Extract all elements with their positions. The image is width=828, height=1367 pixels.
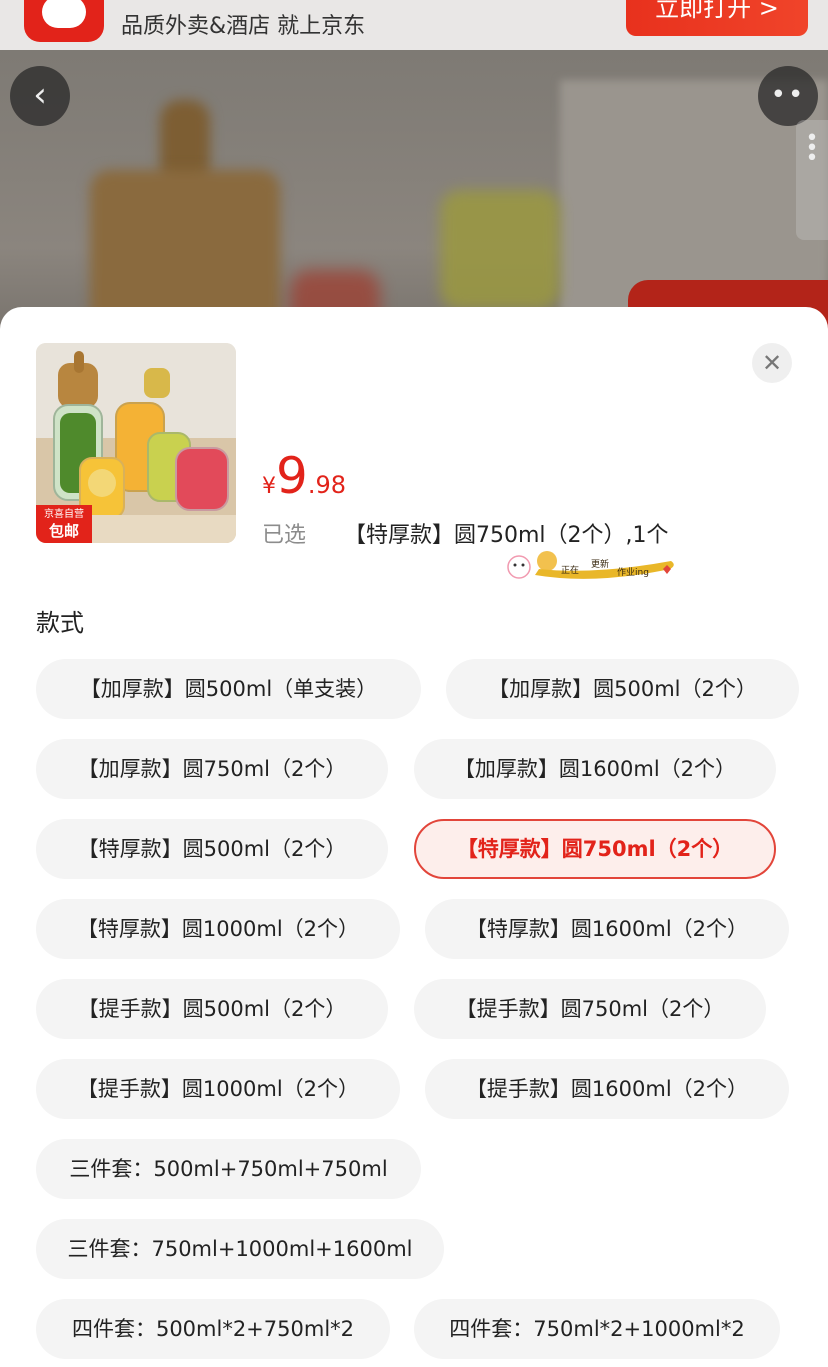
style-option[interactable]: 【加厚款】圆500ml（2个） (446, 659, 799, 719)
style-option[interactable]: 【加厚款】圆750ml（2个） (36, 739, 388, 799)
back-icon[interactable]: ‹ (10, 66, 70, 126)
close-icon[interactable]: ✕ (752, 343, 792, 383)
side-menu-icon[interactable]: • • • (796, 120, 828, 240)
style-option[interactable]: 三件套：500ml+750ml+750ml (36, 1139, 421, 1199)
banner-slogan: 品质外卖&酒店 就上京东 (121, 14, 366, 39)
svg-text:更新: 更新 (591, 558, 609, 570)
price: ¥9.98 (262, 447, 346, 505)
open-app-button[interactable]: 立即打开 > (626, 0, 808, 36)
style-option[interactable]: 【提手款】圆750ml（2个） (414, 979, 766, 1039)
product-thumbnail: 京喜自营 包邮 (36, 343, 236, 543)
cartoon-sticker: 正在 更新 作业ing (505, 539, 680, 587)
style-option[interactable]: 四件套：750ml*2+1000ml*2 (414, 1299, 780, 1359)
style-section-title: 款式 (36, 609, 84, 637)
jd-logo (24, 0, 104, 42)
sku-selector-sheet: 京喜自营 包邮 ✕ ¥9.98 已选 【特厚款】圆750ml（2个）,1个 正在… (0, 307, 828, 1367)
style-option[interactable]: 【特厚款】圆500ml（2个） (36, 819, 388, 879)
style-option[interactable]: 【提手款】圆500ml（2个） (36, 979, 388, 1039)
selected-label: 已选 (262, 523, 307, 548)
more-icon[interactable]: •• (758, 66, 818, 126)
style-option-selected[interactable]: 【特厚款】圆750ml（2个） (414, 819, 776, 879)
style-option[interactable]: 【提手款】圆1600ml（2个） (425, 1059, 789, 1119)
style-option[interactable]: 【提手款】圆1000ml（2个） (36, 1059, 400, 1119)
app-open-banner[interactable]: 品质外卖&酒店 就上京东 立即打开 > (0, 0, 828, 50)
style-option[interactable]: 【特厚款】圆1600ml（2个） (425, 899, 789, 959)
svg-text:正在: 正在 (561, 564, 579, 576)
self-operated-badge: 京喜自营 包邮 (36, 505, 92, 543)
svg-text:作业ing: 作业ing (617, 566, 649, 578)
style-option[interactable]: 三件套：750ml+1000ml+1600ml (36, 1219, 444, 1279)
style-option[interactable]: 四件套：500ml*2+750ml*2 (36, 1299, 390, 1359)
style-option[interactable]: 【加厚款】圆1600ml（2个） (414, 739, 776, 799)
style-option[interactable]: 【加厚款】圆500ml（单支装） (36, 659, 421, 719)
style-option[interactable]: 【特厚款】圆1000ml（2个） (36, 899, 400, 959)
